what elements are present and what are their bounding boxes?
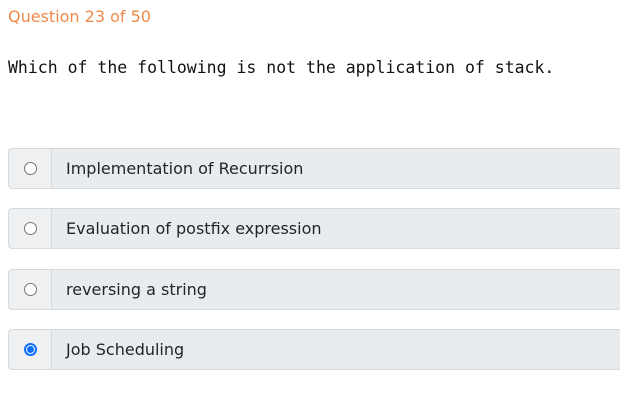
radio-cell[interactable] xyxy=(9,270,52,309)
answer-option-label[interactable]: Implementation of Recurrsion xyxy=(52,149,303,188)
answer-options: Implementation of Recurrsion Evaluation … xyxy=(8,148,620,389)
radio-button[interactable] xyxy=(23,222,37,235)
radio-button[interactable] xyxy=(23,343,37,356)
answer-option-label[interactable]: reversing a string xyxy=(52,270,207,309)
question-text: Which of the following is not the applic… xyxy=(8,58,555,77)
answer-option-1[interactable]: Implementation of Recurrsion xyxy=(8,148,620,189)
radio-button[interactable] xyxy=(23,162,37,175)
radio-button[interactable] xyxy=(23,283,37,296)
answer-option-3[interactable]: reversing a string xyxy=(8,269,620,310)
radio-cell[interactable] xyxy=(9,149,52,188)
answer-option-label[interactable]: Evaluation of postfix expression xyxy=(52,209,322,248)
radio-cell[interactable] xyxy=(9,330,52,369)
question-counter: Question 23 of 50 xyxy=(8,7,151,26)
answer-option-2[interactable]: Evaluation of postfix expression xyxy=(8,208,620,249)
answer-option-label[interactable]: Job Scheduling xyxy=(52,330,184,369)
radio-cell[interactable] xyxy=(9,209,52,248)
answer-option-4[interactable]: Job Scheduling xyxy=(8,329,620,370)
